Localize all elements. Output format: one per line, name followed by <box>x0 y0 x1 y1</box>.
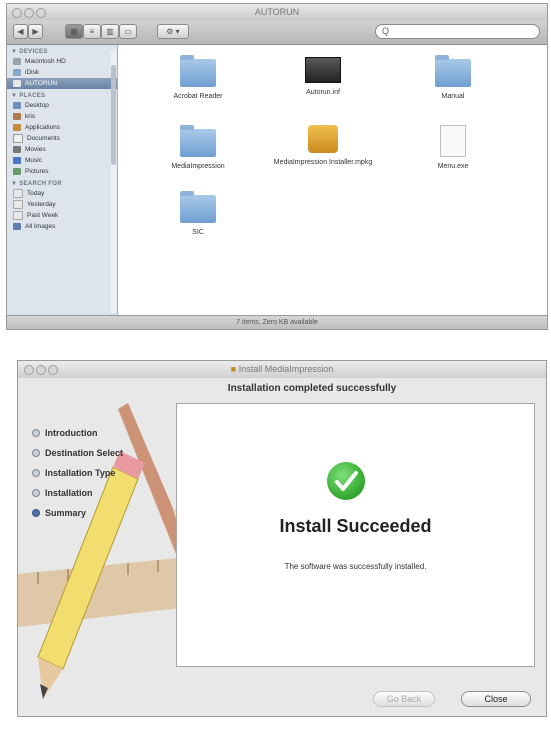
file-item[interactable]: MediaImpression Installer.mpkg <box>268 125 378 166</box>
checkmark-icon <box>327 462 365 500</box>
file-area: Acrobat Reader Autorun.inf Manual MediaI… <box>118 45 547 316</box>
music-icon <box>13 157 21 164</box>
zoom-window-icon[interactable] <box>36 8 46 18</box>
forward-icon: ▶ <box>32 27 39 36</box>
step-bullet-icon <box>32 489 40 497</box>
folder-icon <box>180 55 216 87</box>
sidebar-item-kris[interactable]: kris <box>7 111 117 122</box>
minimize-window-icon[interactable] <box>36 365 46 375</box>
sidebar-item-documents[interactable]: Documents <box>7 133 117 144</box>
column-view-button[interactable]: ▥ <box>101 24 119 39</box>
list-view-icon: ≡ <box>89 27 95 36</box>
sidebar-item-movies[interactable]: Movies <box>7 144 117 155</box>
sidebar-scrollbar[interactable] <box>111 51 116 313</box>
zoom-window-icon[interactable] <box>48 365 58 375</box>
go-back-button[interactable]: Go Back <box>373 691 435 707</box>
sidebar-item-idisk[interactable]: iDisk <box>7 67 117 78</box>
status-text: 7 items, Zero KB available <box>236 319 318 326</box>
movies-icon <box>13 146 21 153</box>
step-destination-select: Destination Select <box>32 443 123 463</box>
disc-icon <box>13 80 21 87</box>
step-bullet-icon <box>32 429 40 437</box>
clock-icon <box>13 189 23 198</box>
sidebar-item-macintosh-hd[interactable]: Macintosh HD <box>7 56 117 67</box>
app-icon <box>305 57 341 83</box>
package-icon <box>308 125 338 153</box>
installer-steps: Introduction Destination Select Installa… <box>32 423 123 523</box>
sidebar-item-pictures[interactable]: Pictures <box>7 166 117 177</box>
coverflow-view-button[interactable]: ▭ <box>119 24 137 39</box>
installer-content-panel: Install Succeeded The software was succe… <box>176 403 535 667</box>
finder-status-bar: 7 items, Zero KB available <box>7 315 547 329</box>
applications-icon <box>13 124 21 131</box>
sidebar-item-desktop[interactable]: Desktop <box>7 100 117 111</box>
finder-title: AUTORUN <box>254 7 300 17</box>
minimize-window-icon[interactable] <box>24 8 34 18</box>
hard-drive-icon <box>13 58 21 65</box>
finder-toolbar: ◀ ▶ ▦ ≡ ▥ ▭ ⚙ ▾ Q <box>7 20 547 45</box>
finder-window: AUTORUN ◀ ▶ ▦ ≡ ▥ ▭ ⚙ ▾ Q ▼ DEVICES Maci… <box>6 3 548 330</box>
clock-icon <box>13 200 23 209</box>
coverflow-icon: ▭ <box>124 27 132 36</box>
icon-view-icon: ▦ <box>70 27 78 36</box>
result-title: Install Succeeded <box>279 516 432 536</box>
file-item[interactable]: Manual <box>398 55 508 100</box>
file-item[interactable]: MediaImpression <box>143 125 253 170</box>
search-icon: Q <box>382 26 390 36</box>
package-small-icon: ■ <box>230 364 237 374</box>
close-window-icon[interactable] <box>24 365 34 375</box>
result-message: The software was successfully installed. <box>284 562 427 571</box>
file-item[interactable]: Menu.exe <box>398 125 508 170</box>
documents-icon <box>13 134 23 143</box>
action-menu-button[interactable]: ⚙ ▾ <box>157 24 189 39</box>
search-for-header: ▼ SEARCH FOR <box>11 181 62 187</box>
pictures-icon <box>13 168 21 175</box>
sidebar-item-today[interactable]: Today <box>7 188 117 199</box>
finder-sidebar: ▼ DEVICES Macintosh HD iDisk AUTORUN ▼ P… <box>7 45 118 316</box>
installer-title: Install MediaImpression <box>238 364 334 374</box>
step-bullet-icon <box>32 449 40 457</box>
places-header: ▼ PLACES <box>11 93 46 99</box>
file-item[interactable]: Autorun.inf <box>268 57 378 96</box>
file-item[interactable]: Acrobat Reader <box>143 55 253 100</box>
icon-view-button[interactable]: ▦ <box>65 24 83 39</box>
sidebar-item-applications[interactable]: Applications <box>7 122 117 133</box>
sidebar-item-yesterday[interactable]: Yesterday <box>7 199 117 210</box>
list-view-button[interactable]: ≡ <box>83 24 101 39</box>
desktop-icon <box>13 102 21 109</box>
close-button[interactable]: Close <box>461 691 531 707</box>
step-introduction: Introduction <box>32 423 123 443</box>
folder-icon <box>180 125 216 157</box>
sidebar-item-past-week[interactable]: Past Week <box>7 210 117 221</box>
idisk-icon <box>13 69 21 76</box>
step-bullet-icon <box>32 509 40 517</box>
folder-icon <box>180 191 216 223</box>
back-icon: ◀ <box>17 27 24 36</box>
images-icon <box>13 223 21 230</box>
sidebar-item-all-images[interactable]: All Images <box>7 221 117 232</box>
clock-icon <box>13 211 23 220</box>
sidebar-item-music[interactable]: Music <box>7 155 117 166</box>
close-window-icon[interactable] <box>12 8 22 18</box>
step-bullet-icon <box>32 469 40 477</box>
search-input[interactable]: Q <box>375 24 540 39</box>
forward-button[interactable]: ▶ <box>28 24 43 39</box>
installer-window: ■ Install MediaImpression Installation c… <box>17 360 547 717</box>
finder-titlebar: AUTORUN <box>7 4 547 20</box>
devices-header: ▼ DEVICES <box>11 49 48 55</box>
home-icon <box>13 113 21 120</box>
file-item[interactable]: SIC <box>143 191 253 236</box>
back-button[interactable]: ◀ <box>13 24 28 39</box>
step-installation: Installation <box>32 483 123 503</box>
column-view-icon: ▥ <box>106 27 114 36</box>
step-installation-type: Installation Type <box>32 463 123 483</box>
document-icon <box>440 125 466 157</box>
folder-icon <box>435 55 471 87</box>
gear-icon: ⚙ ▾ <box>166 27 180 36</box>
installer-titlebar: ■ Install MediaImpression <box>18 361 546 378</box>
step-summary: Summary <box>32 503 123 523</box>
sidebar-item-autorun[interactable]: AUTORUN <box>7 78 117 89</box>
